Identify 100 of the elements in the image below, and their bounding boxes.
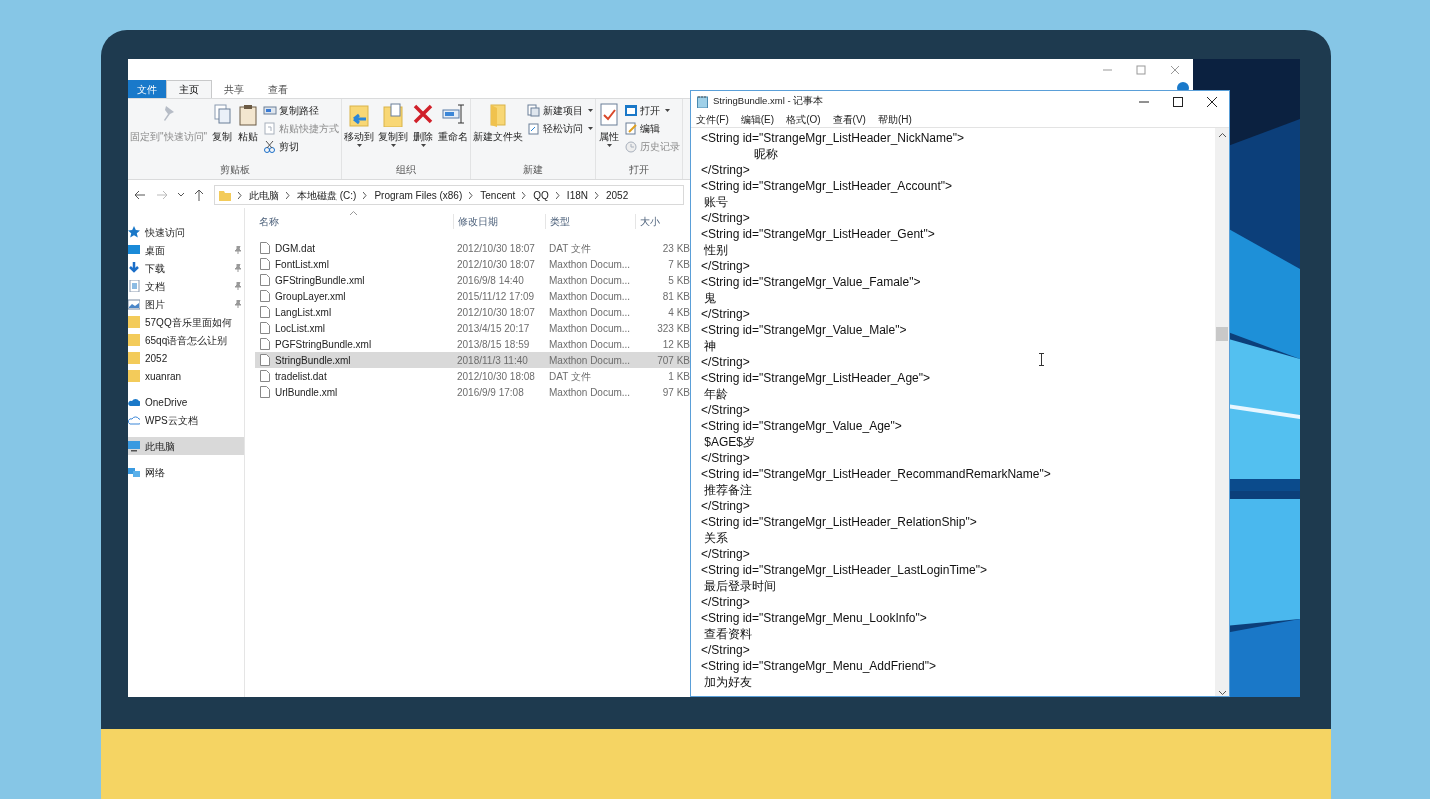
table-cell-text: 707 KB <box>656 353 690 368</box>
menu-item[interactable]: 帮助(H) <box>877 112 912 127</box>
breadcrumb[interactable]: 2052 <box>606 187 629 203</box>
ribbon-button[interactable]: 打开 <box>624 103 681 118</box>
table-cell-text: 7 KB <box>667 257 690 272</box>
nav-item[interactable]: 2052 <box>128 349 244 367</box>
quick-icon <box>128 226 140 238</box>
ribbon-button[interactable]: 轻松访问 <box>527 121 594 136</box>
nav-item[interactable]: 桌面 <box>128 241 244 259</box>
scroll-thumb[interactable] <box>1216 327 1228 341</box>
table-cell-text: 23 KB <box>661 241 690 256</box>
address-bar[interactable]: 此电脑 本地磁盘 (C:) Program Files (x86) Tencent QQ I18N 2052 <box>214 185 684 205</box>
breadcrumb[interactable]: 此电脑 <box>249 187 279 203</box>
text-line: 账号 <box>703 194 729 210</box>
text-line: <String id="StrangeMgr_ListHeader_Age"> <box>701 370 930 386</box>
nav-item[interactable]: 网络 <box>128 463 244 481</box>
text-line: </String> <box>701 306 750 322</box>
caret-icon <box>606 144 612 147</box>
file-row[interactable]: GFStringBundle.xml 2016/9/8 14:40 Maxthon Docum... 5 KB <box>255 272 690 288</box>
text-line: 昵称 <box>753 146 779 162</box>
nav-item[interactable]: 57QQ音乐里面如何 <box>128 313 244 331</box>
window-title: StringBundle.xml - 记事本 <box>713 94 825 109</box>
nav-item[interactable]: WPS云文档 <box>128 411 244 429</box>
ribbon-button[interactable]: 编辑 <box>624 121 681 136</box>
column-header[interactable]: 修改日期 <box>453 213 545 229</box>
file-row[interactable]: tradelist.dat 2012/10/30 18:08 DAT 文件 1 KB <box>255 368 690 384</box>
file-name: LocList.xml <box>275 321 325 336</box>
ribbon-icon <box>263 122 278 135</box>
nav-item[interactable]: 快速访问 <box>128 223 244 241</box>
ribbon-button[interactable]: 粘贴 <box>237 103 260 162</box>
breadcrumb[interactable]: I18N <box>566 187 588 203</box>
nav-item[interactable]: 文档 <box>128 277 244 295</box>
ribbon-button[interactable]: 新建文件夹 <box>473 103 524 162</box>
menu-item[interactable]: 文件(F) <box>696 112 729 127</box>
menu-item[interactable]: 格式(O) <box>786 112 821 127</box>
ribbon-button[interactable]: 删除 <box>412 103 435 162</box>
maximize-icon <box>1172 95 1184 108</box>
table-cell-text: Maxthon Docum... <box>548 289 632 304</box>
file-icon <box>260 306 270 318</box>
ribbon-button[interactable]: 复制到 <box>378 103 409 162</box>
ribbon-tab[interactable]: 主页 <box>166 80 212 98</box>
text-line: </String> <box>701 354 750 370</box>
ribbon-button[interactable]: 新建项目 <box>527 103 594 118</box>
chevron-icon <box>238 191 242 199</box>
text-line: <String id="StrangeMgr_ListHeader_RelationShip"> <box>701 514 977 530</box>
chevron-icon <box>522 191 527 199</box>
menu-item[interactable]: 查看(V) <box>832 112 866 127</box>
ribbon-button[interactable]: 移动到 <box>344 103 375 162</box>
ribbon-icon <box>263 140 278 153</box>
file-row[interactable]: LocList.xml 2013/4/15 20:17 Maxthon Docum... 323 KB <box>255 320 690 336</box>
file-row[interactable]: DGM.dat 2012/10/30 18:07 DAT 文件 23 KB <box>255 240 690 256</box>
file-name: GroupLayer.xml <box>275 289 346 304</box>
scrollbar[interactable] <box>1215 128 1229 696</box>
breadcrumb[interactable]: QQ <box>533 187 549 203</box>
file-icon <box>260 370 270 382</box>
network-icon <box>128 466 140 478</box>
nav-item[interactable]: OneDrive <box>128 393 244 411</box>
nav-item[interactable]: 65qq语音怎么让别 <box>128 331 244 349</box>
ribbon-button[interactable]: 属性 <box>598 103 621 162</box>
nav-item[interactable]: xuanran <box>128 367 244 385</box>
menu-item[interactable]: 编辑(E) <box>740 112 775 127</box>
ribbon-button[interactable]: 复制路径 <box>263 103 340 118</box>
caret-icon <box>178 193 184 197</box>
table-cell-text: Maxthon Docum... <box>548 353 632 368</box>
ribbon-tab[interactable]: 查看 <box>256 80 300 98</box>
table-cell-text: 2012/10/30 18:07 <box>456 305 536 320</box>
ribbon-button[interactable]: 剪切 <box>263 139 340 154</box>
column-header[interactable]: 类型 <box>545 213 635 229</box>
file-name: FontList.xml <box>275 257 329 272</box>
breadcrumb[interactable]: Tencent <box>480 187 516 203</box>
ribbon-button[interactable]: 重命名 <box>438 103 469 162</box>
text-line: </String> <box>701 402 750 418</box>
file-row[interactable]: FontList.xml 2012/10/30 18:07 Maxthon Docum... 7 KB <box>255 256 690 272</box>
breadcrumb[interactable]: Program Files (x86) <box>374 187 463 203</box>
file-row[interactable]: GroupLayer.xml 2015/11/12 17:09 Maxthon Docum... 81 KB <box>255 288 690 304</box>
table-cell-text: 2012/10/30 18:07 <box>456 241 536 256</box>
nav-item[interactable]: 图片 <box>128 295 244 313</box>
text-line: </String> <box>701 594 750 610</box>
file-row[interactable]: StringBundle.xml 2018/11/3 11:40 Maxthon Docum... 707 KB <box>255 352 690 368</box>
table-cell-text: 2016/9/8 14:40 <box>456 273 525 288</box>
text-line: 关系 <box>703 530 729 546</box>
file-icon <box>260 354 270 366</box>
table-cell-text: 2013/8/15 18:59 <box>456 337 531 352</box>
pc-icon <box>128 440 140 452</box>
table-cell-text: Maxthon Docum... <box>548 385 632 400</box>
file-row[interactable]: LangList.xml 2012/10/30 18:07 Maxthon Docum... 4 KB <box>255 304 690 320</box>
table-cell-text: 2015/11/12 17:09 <box>456 289 536 304</box>
ribbon-tab[interactable]: 文件 <box>128 80 166 98</box>
ribbon-button[interactable]: 复制 <box>211 103 234 162</box>
up-icon <box>194 189 204 201</box>
nav-item[interactable]: 下载 <box>128 259 244 277</box>
file-row[interactable]: PGFStringBundle.xml 2013/8/15 18:59 Maxthon Docum... 12 KB <box>255 336 690 352</box>
file-row[interactable]: UrlBundle.xml 2016/9/9 17:08 Maxthon Docum... 97 KB <box>255 384 690 400</box>
column-header[interactable]: 名称 <box>255 213 453 229</box>
scroll-down-icon <box>1218 691 1226 695</box>
cloud-icon <box>128 414 140 426</box>
ribbon-tab[interactable]: 共享 <box>212 80 256 98</box>
caret-icon <box>588 127 594 130</box>
nav-item[interactable]: 此电脑 <box>128 437 244 455</box>
breadcrumb[interactable]: 本地磁盘 (C:) <box>297 187 357 203</box>
